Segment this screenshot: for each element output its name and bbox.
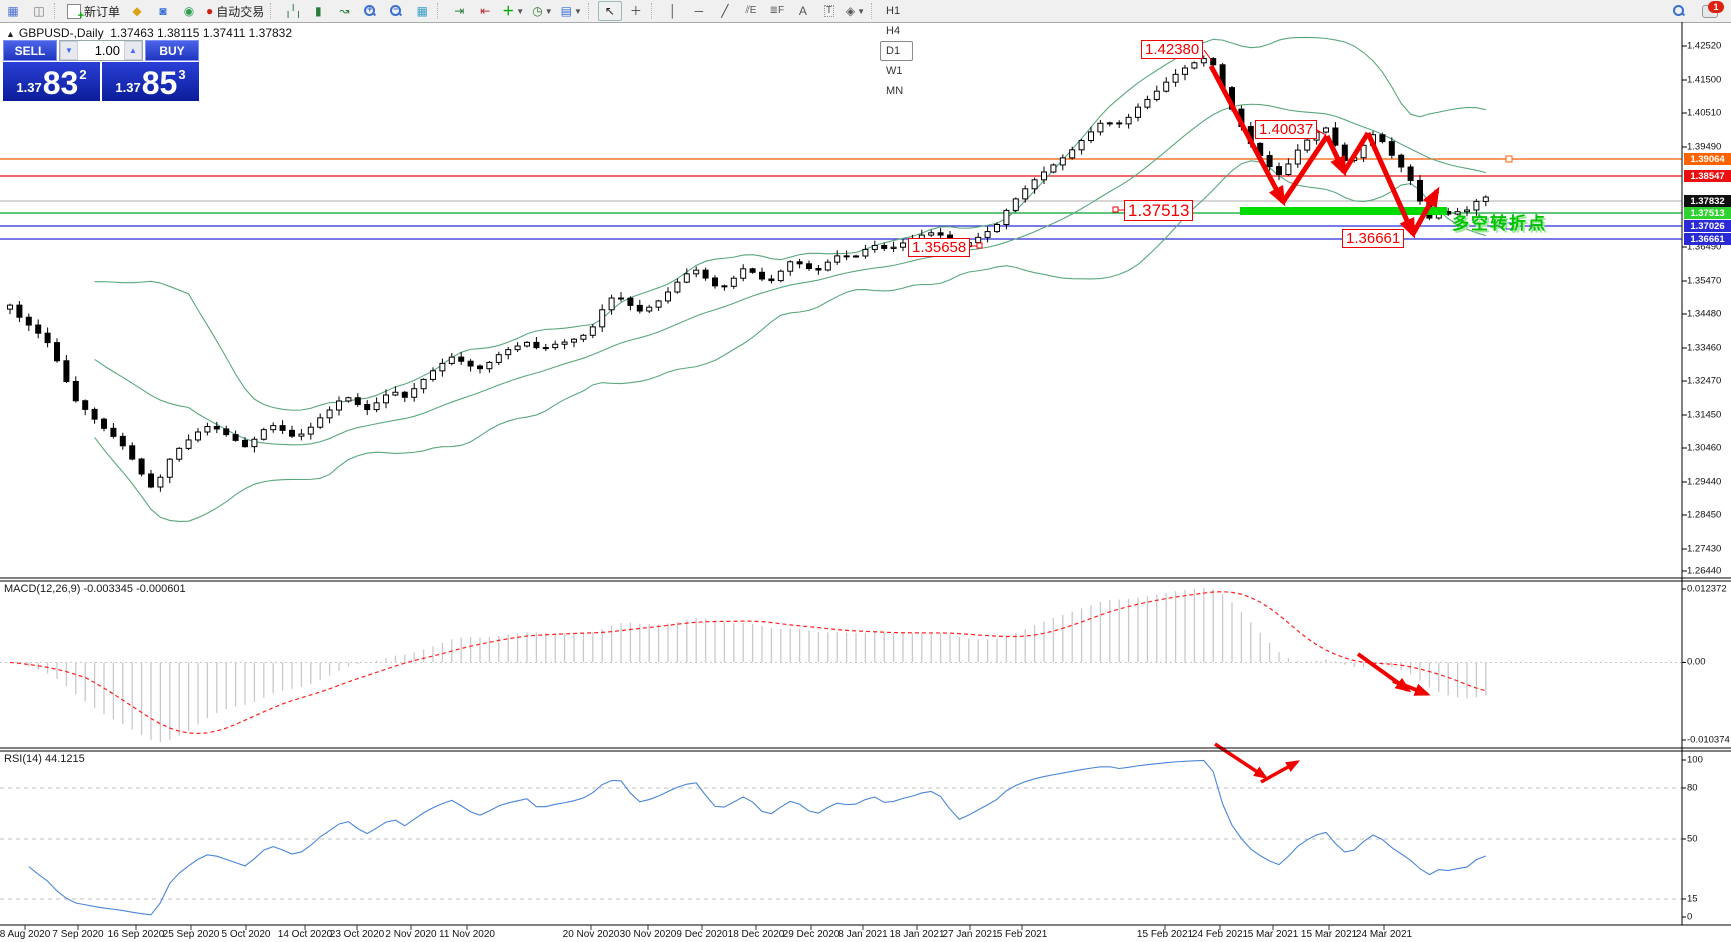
price-callout[interactable]: 1.36661 (1342, 229, 1404, 248)
ohlc-values: 1.37463 1.38115 1.37411 1.37832 (110, 26, 292, 40)
date-label: 29 Dec 2020 (783, 929, 840, 940)
date-label: 25 Sep 2020 (163, 929, 220, 940)
sell-button[interactable]: SELL (3, 40, 57, 61)
date-label: 5 Oct 2020 (222, 929, 271, 940)
volume-input[interactable] (78, 41, 124, 60)
date-label: 8 Aug 2020 (0, 929, 50, 940)
rsi-level-50: 50 (1687, 834, 1698, 845)
price-callout[interactable]: 1.35658 (908, 238, 970, 257)
date-label: 24 Mar 2021 (1356, 929, 1412, 940)
macd-axis-min: -0.010374 (1687, 735, 1730, 746)
price-badge: 1.37832 (1684, 195, 1731, 207)
price-axis-label: 1.35470 (1687, 276, 1721, 287)
price-axis-label: 1.32470 (1687, 376, 1721, 387)
rsi-level-0: 0 (1687, 912, 1692, 923)
sell-price[interactable]: 1.37 83 2 (3, 62, 100, 101)
price-callout[interactable]: 1.37513 (1124, 200, 1193, 221)
date-label: 30 Nov 2020 (620, 929, 677, 940)
date-label: 15 Feb 2021 (1137, 929, 1193, 940)
volume-control: ▼ ▲ (59, 40, 143, 61)
chart-canvas[interactable] (0, 0, 1731, 942)
chart-title: ▲GBPUSD-,Daily 1.37463 1.38115 1.37411 1… (6, 26, 292, 40)
date-label: 11 Nov 2020 (439, 929, 495, 940)
date-label: 14 Oct 2020 (278, 929, 332, 940)
price-callout[interactable]: 1.42380 (1141, 40, 1203, 59)
volume-up-button[interactable]: ▲ (124, 41, 142, 60)
price-axis-label: 1.26440 (1687, 566, 1721, 577)
buy-price[interactable]: 1.37 85 3 (102, 62, 199, 101)
price-axis-label: 1.33460 (1687, 343, 1721, 354)
date-label: 18 Dec 2020 (728, 929, 785, 940)
price-axis-label: 1.29440 (1687, 477, 1721, 488)
date-label: 8 Jan 2021 (838, 929, 888, 940)
zone-annotation-label: 多空转折点 (1452, 209, 1547, 234)
one-click-trading-panel: SELL ▼ ▲ BUY 1.37 83 2 1.37 85 3 (3, 40, 199, 101)
date-label: 9 Dec 2020 (676, 929, 727, 940)
macd-axis-max: 0.012372 (1687, 584, 1727, 595)
macd-axis-zero: 0.00 (1687, 657, 1706, 668)
rsi-level-100: 100 (1687, 755, 1703, 766)
rsi-label: RSI(14) 44.1215 (4, 753, 85, 765)
price-axis-label: 1.31450 (1687, 410, 1721, 421)
date-label: 7 Sep 2020 (52, 929, 103, 940)
price-badge: 1.36661 (1684, 233, 1731, 245)
price-callout[interactable]: 1.40037 (1255, 120, 1317, 139)
date-label: 5 Feb 2021 (997, 929, 1048, 940)
price-badge: 1.37026 (1684, 220, 1731, 232)
date-label: 15 Mar 2021 (1301, 929, 1357, 940)
mt4-terminal: ▦ ◫ + 新订单 ◆ ◙ ◉ ● 自动交易 ╷╵╷ ▮ ↝ + − ▦ ⇥ ⇤… (0, 0, 1731, 942)
price-axis-label: 1.40510 (1687, 108, 1721, 119)
date-label: 18 Jan 2021 (889, 929, 944, 940)
date-label: 2 Nov 2020 (385, 929, 436, 940)
buy-button[interactable]: BUY (145, 40, 199, 61)
price-axis-label: 1.42520 (1687, 41, 1721, 52)
price-axis-label: 1.34480 (1687, 309, 1721, 320)
price-badge: 1.39064 (1684, 153, 1731, 165)
rsi-level-15: 15 (1687, 894, 1698, 905)
date-label: 23 Oct 2020 (330, 929, 384, 940)
macd-label: MACD(12,26,9) -0.003345 -0.000601 (4, 583, 186, 595)
price-axis-label: 1.27430 (1687, 544, 1721, 555)
rsi-level-80: 80 (1687, 783, 1698, 794)
price-axis-label: 1.39490 (1687, 142, 1721, 153)
date-label: 16 Sep 2020 (108, 929, 165, 940)
price-badge: 1.37513 (1684, 207, 1731, 219)
date-label: 24 Feb 2021 (1192, 929, 1248, 940)
date-label: 27 Jan 2021 (942, 929, 997, 940)
price-axis-label: 1.28450 (1687, 510, 1721, 521)
date-label: 5 Mar 2021 (1248, 929, 1299, 940)
price-axis-label: 1.41500 (1687, 75, 1721, 86)
date-label: 20 Nov 2020 (563, 929, 620, 940)
symbol-period: GBPUSD-,Daily (19, 26, 104, 40)
volume-down-button[interactable]: ▼ (60, 41, 78, 60)
price-badge: 1.38547 (1684, 170, 1731, 182)
price-axis-label: 1.30460 (1687, 443, 1721, 454)
